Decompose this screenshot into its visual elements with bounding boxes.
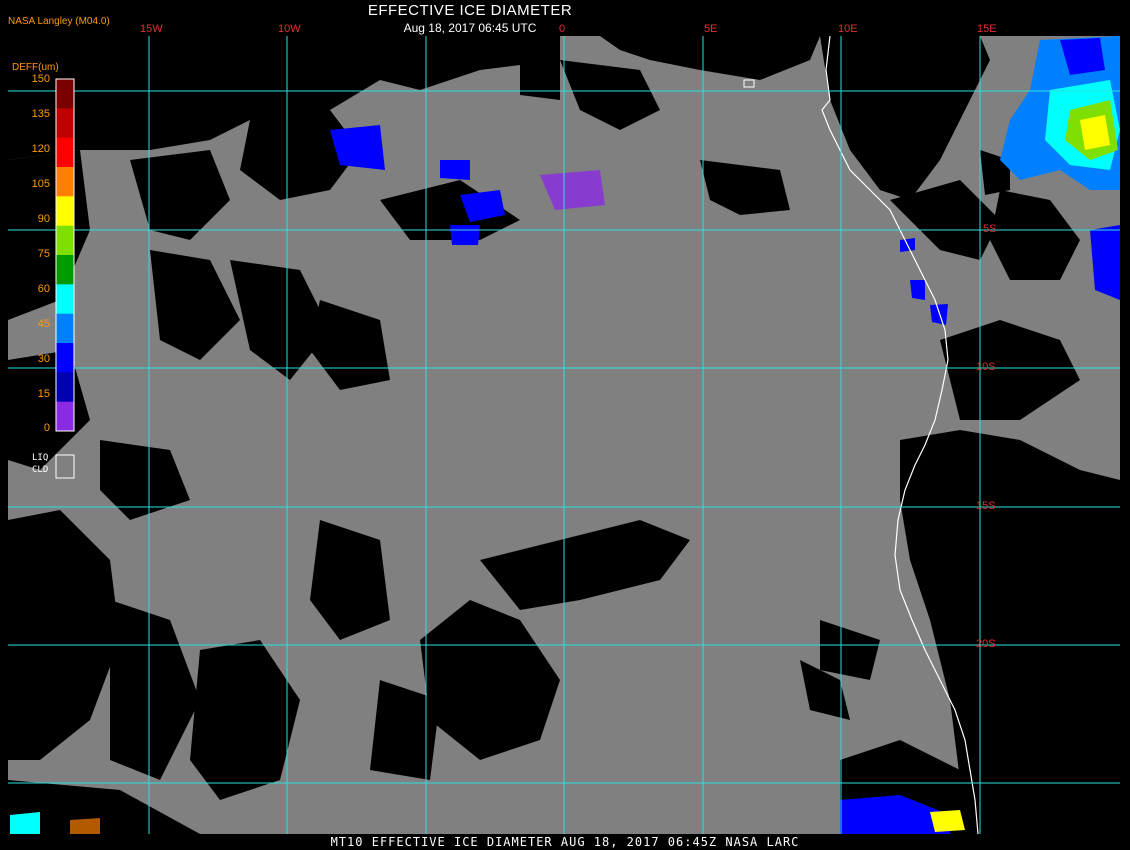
lon-label-15w: 15W [140, 23, 163, 35]
legend-colorbar [56, 79, 74, 432]
legend-color-segment [56, 196, 74, 227]
lat-label-20s: 20S [976, 638, 996, 650]
liquid-cloud-label: LIQ CLD [32, 452, 48, 476]
lon-label-0: 0 [559, 23, 566, 35]
liquid-cloud-swatch [55, 454, 75, 479]
legend-color-segment [56, 225, 74, 256]
lon-label-5e: 5E [704, 23, 718, 35]
legend-color-segment [56, 284, 74, 315]
legend-tick: 135 [31, 108, 50, 120]
map-title: EFFECTIVE ICE DIAMETER [367, 2, 573, 19]
footer-caption: MT10 EFFECTIVE ICE DIAMETER AUG 18, 2017… [330, 835, 800, 849]
legend-tick: 90 [37, 213, 50, 225]
legend-color-segment [56, 401, 74, 432]
legend-color-segment [56, 343, 74, 373]
legend-color-segment [56, 108, 74, 139]
legend-color-segment [56, 79, 74, 109]
lon-label-10e: 10E [838, 23, 858, 35]
lon-label-10w: 10W [278, 23, 301, 35]
legend-color-segment [56, 255, 74, 285]
lat-label-10s: 10S [976, 361, 996, 373]
legend-tick: 75 [37, 248, 50, 260]
legend-color-segment [56, 313, 74, 344]
lat-label-15s: 15S [976, 500, 996, 512]
liquid-cloud-label-line: CLD [32, 465, 49, 475]
legend-tick: 150 [31, 73, 50, 85]
legend-tick: 45 [37, 318, 50, 330]
legend-tick: 0 [43, 422, 50, 434]
legend-tick: 15 [37, 388, 50, 400]
legend-tick: 120 [31, 143, 50, 155]
liquid-cloud-label-line: LIQ [32, 453, 49, 463]
lon-label-15e: 15E [977, 23, 997, 35]
legend-tick: 105 [31, 178, 50, 190]
legend-title: DEFF(um) [12, 62, 59, 73]
lat-label-5s: 5S [983, 223, 997, 235]
satellite-map [8, 35, 1120, 835]
legend-tick: 60 [37, 283, 50, 295]
legend-color-segment [56, 167, 74, 197]
legend-color-segment [56, 372, 74, 403]
legend-color-segment [56, 137, 74, 168]
legend-tick: 30 [37, 353, 50, 365]
